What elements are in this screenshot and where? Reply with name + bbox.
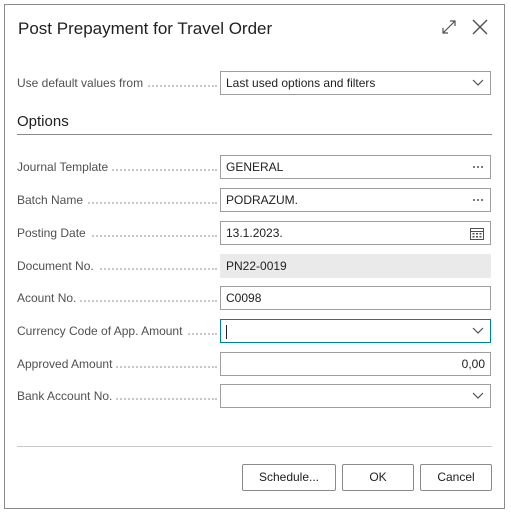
ellipsis-icon[interactable]	[472, 189, 484, 211]
field-value: 13.1.2023.	[226, 226, 283, 240]
batch-name-input[interactable]: PODRAZUM.	[220, 188, 491, 212]
field-row-approved-amount: Approved Amount 0,00	[17, 352, 492, 376]
ok-button[interactable]: OK	[342, 464, 414, 491]
field-row-posting-date: Posting Date 13.1.2023.	[17, 221, 492, 245]
posting-date-input[interactable]: 13.1.2023.	[220, 221, 491, 245]
field-label: Approved Amount	[17, 352, 217, 376]
field-value: PN22-0019	[226, 259, 287, 273]
footer-divider	[17, 446, 492, 447]
text-caret	[226, 324, 227, 339]
field-value: 0,00	[461, 357, 485, 371]
cancel-button[interactable]: Cancel	[420, 464, 492, 491]
field-row-batch-name: Batch Name PODRAZUM.	[17, 188, 492, 212]
calendar-icon[interactable]	[470, 222, 484, 244]
field-label: Posting Date	[17, 221, 217, 245]
field-label: Batch Name	[17, 188, 217, 212]
field-label: Journal Template	[17, 155, 217, 179]
expand-icon[interactable]	[442, 20, 456, 34]
defaults-value: Last used options and filters	[226, 76, 376, 90]
field-label: Bank Account No.	[17, 384, 217, 408]
approved-amount-input[interactable]: 0,00	[220, 352, 491, 376]
field-row-bank-account-no: Bank Account No.	[17, 384, 492, 408]
currency-code-select[interactable]	[220, 319, 491, 343]
chevron-down-icon	[472, 320, 484, 342]
close-icon[interactable]	[472, 19, 488, 35]
field-value: GENERAL	[226, 160, 284, 174]
field-row-journal-template: Journal Template GENERAL	[17, 155, 492, 179]
defaults-row: Use default values from Last used option…	[17, 71, 492, 95]
journal-template-input[interactable]: GENERAL	[220, 155, 491, 179]
document-no-field: PN22-0019	[220, 254, 491, 278]
chevron-down-icon	[472, 385, 484, 407]
options-heading: Options	[17, 113, 69, 130]
ellipsis-icon[interactable]	[472, 156, 484, 178]
chevron-down-icon	[472, 72, 484, 94]
defaults-label: Use default values from	[17, 71, 217, 95]
field-row-document-no: Document No. PN22-0019	[17, 254, 492, 278]
window-controls	[442, 19, 488, 35]
options-divider	[17, 134, 492, 135]
dialog-title: Post Prepayment for Travel Order	[18, 19, 273, 38]
field-row-account-no: Acount No. C0098	[17, 286, 492, 310]
defaults-select[interactable]: Last used options and filters	[220, 71, 491, 95]
field-value: C0098	[226, 291, 262, 305]
field-label: Acount No.	[17, 286, 217, 310]
account-no-input[interactable]: C0098	[220, 286, 491, 310]
field-row-currency-code: Currency Code of App. Amount	[17, 319, 492, 343]
field-label: Document No.	[17, 254, 217, 278]
bank-account-no-select[interactable]	[220, 384, 491, 408]
schedule-button[interactable]: Schedule...	[242, 464, 336, 491]
field-label: Currency Code of App. Amount	[17, 319, 217, 343]
field-value: PODRAZUM.	[226, 193, 298, 207]
